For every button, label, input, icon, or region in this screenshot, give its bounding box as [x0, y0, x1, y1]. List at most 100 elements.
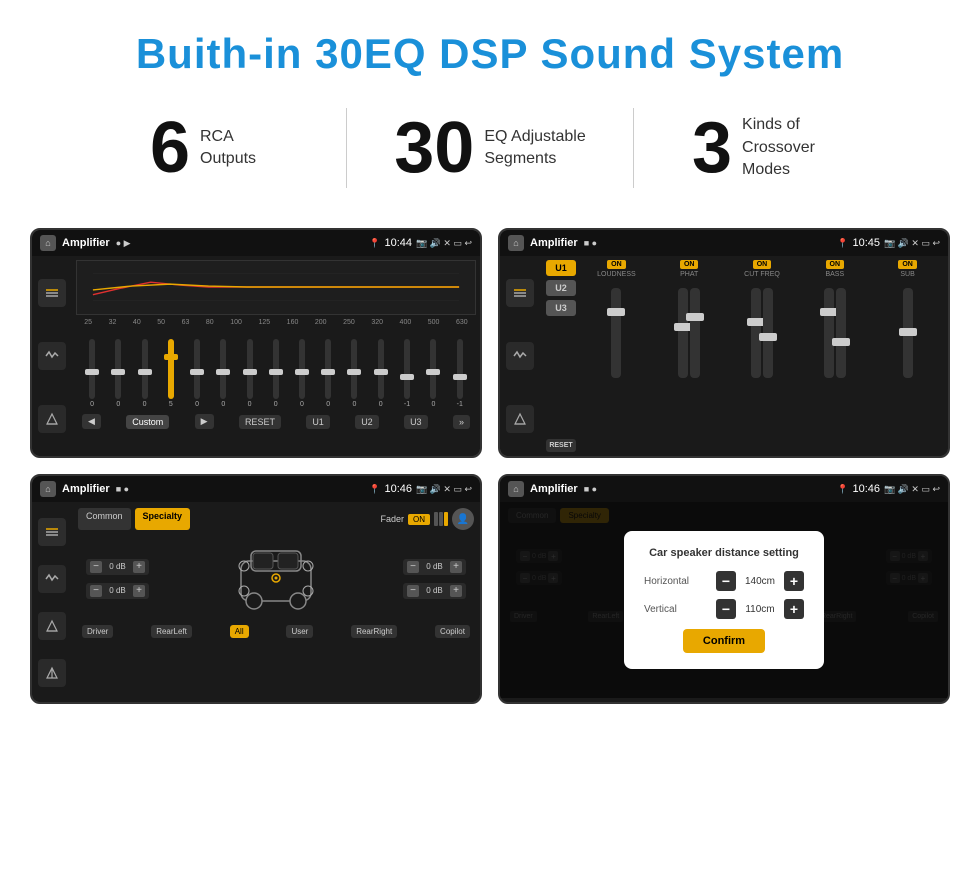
- eq-bottom-row: ◀ Custom ▶ RESET U1 U2 U3 »: [76, 412, 476, 431]
- cross-reset-btn[interactable]: RESET: [546, 439, 576, 452]
- eq-sidebar-btn-2[interactable]: [38, 342, 66, 370]
- eq-slider-6[interactable]: 0: [247, 339, 253, 408]
- loudness-on-btn[interactable]: ON: [607, 260, 626, 269]
- db-plus-rr[interactable]: +: [450, 585, 462, 597]
- btn-rearright[interactable]: RearRight: [351, 625, 397, 638]
- phat-on-btn[interactable]: ON: [680, 260, 699, 269]
- home-icon-fader[interactable]: ⌂: [40, 481, 56, 497]
- fader-on-btn[interactable]: ON: [408, 514, 430, 525]
- eq-slider-9[interactable]: 0: [325, 339, 331, 408]
- fader-person-btn[interactable]: 👤: [452, 508, 474, 530]
- home-icon-distance[interactable]: ⌂: [508, 481, 524, 497]
- home-icon-crossover[interactable]: ⌂: [508, 235, 524, 251]
- eq-sidebar-btn-1[interactable]: [38, 279, 66, 307]
- tab-specialty[interactable]: Specialty: [135, 508, 191, 530]
- car-diagram: [226, 536, 326, 621]
- fader-sidebar-btn-4[interactable]: [38, 659, 66, 687]
- eq-slider-3[interactable]: 5: [168, 339, 174, 408]
- status-bar-fader: ⌂ Amplifier ■ ● 📍 10:46 📷 🔊 ✕ ▭ ↩: [32, 476, 480, 502]
- stat-text-rca: RCA Outputs: [200, 126, 256, 171]
- status-title-distance: Amplifier: [530, 483, 578, 495]
- home-icon-eq[interactable]: ⌂: [40, 235, 56, 251]
- stat-rca: 6 RCA Outputs: [60, 112, 346, 184]
- bass-on-btn[interactable]: ON: [826, 260, 845, 269]
- speaker-left-col: − 0 dB + − 0 dB +: [86, 559, 149, 599]
- fader-sidebar-btn-1[interactable]: [38, 518, 66, 546]
- db-control-rl: − 0 dB +: [86, 583, 149, 599]
- db-minus-rl[interactable]: −: [90, 585, 102, 597]
- fader-sidebar-btn-3[interactable]: [38, 612, 66, 640]
- fader-main-area: Common Specialty Fader ON 👤: [72, 502, 480, 702]
- eq-play-btn[interactable]: ▶: [195, 414, 214, 429]
- confirm-button[interactable]: Confirm: [683, 629, 765, 653]
- cross-sidebar-btn-2[interactable]: [506, 342, 534, 370]
- stat-number-rca: 6: [150, 112, 190, 184]
- distance-dialog: Car speaker distance setting Horizontal …: [624, 531, 824, 669]
- eq-slider-0[interactable]: 0: [89, 339, 95, 408]
- cross-preset-u3[interactable]: U3: [546, 300, 576, 316]
- stat-text-crossover: Kinds of Crossover Modes: [742, 114, 862, 181]
- eq-slider-7[interactable]: 0: [273, 339, 279, 408]
- dialog-vertical-minus[interactable]: −: [716, 599, 736, 619]
- eq-u3-btn[interactable]: U3: [404, 415, 428, 429]
- eq-slider-2[interactable]: 0: [142, 339, 148, 408]
- sub-on-btn[interactable]: ON: [898, 260, 917, 269]
- dialog-horizontal-control: − 140cm +: [716, 571, 804, 591]
- cross-preset-u2[interactable]: U2: [546, 280, 576, 296]
- fader-sidebar-btn-2[interactable]: [38, 565, 66, 593]
- dialog-horizontal-plus[interactable]: +: [784, 571, 804, 591]
- db-value-fl: 0 dB: [105, 562, 130, 571]
- eq-sidebar: [32, 256, 72, 456]
- eq-slider-14[interactable]: -1: [457, 339, 463, 408]
- cutfreq-on-btn[interactable]: ON: [753, 260, 772, 269]
- db-minus-rr[interactable]: −: [407, 585, 419, 597]
- eq-slider-4[interactable]: 0: [194, 339, 200, 408]
- dialog-vertical-label: Vertical: [644, 604, 704, 615]
- db-plus-fr[interactable]: +: [450, 561, 462, 573]
- eq-reset-btn[interactable]: RESET: [239, 415, 281, 429]
- dialog-vertical-plus[interactable]: +: [784, 599, 804, 619]
- btn-rearleft[interactable]: RearLeft: [151, 625, 192, 638]
- db-value-fr: 0 dB: [422, 562, 447, 571]
- tab-common[interactable]: Common: [78, 508, 131, 530]
- eq-graph-svg: [77, 261, 475, 314]
- eq-graph: [76, 260, 476, 315]
- eq-slider-13[interactable]: 0: [430, 339, 436, 408]
- distance-dialog-overlay: Car speaker distance setting Horizontal …: [500, 502, 948, 698]
- status-bar-right-eq: 📍 10:44 📷 🔊 ✕ ▭ ↩: [369, 237, 472, 249]
- camera-icon-eq: 📷 🔊 ✕ ▭ ↩: [416, 238, 472, 249]
- btn-all[interactable]: All: [230, 625, 249, 638]
- db-plus-fl[interactable]: +: [133, 561, 145, 573]
- fader-sidebar: [32, 502, 72, 702]
- eq-slider-12[interactable]: -1: [404, 339, 410, 408]
- eq-forward-btn[interactable]: »: [453, 415, 470, 429]
- db-minus-fl[interactable]: −: [90, 561, 102, 573]
- cross-sidebar-btn-1[interactable]: [506, 279, 534, 307]
- eq-slider-8[interactable]: 0: [299, 339, 305, 408]
- eq-sidebar-btn-3[interactable]: [38, 405, 66, 433]
- btn-user[interactable]: User: [286, 625, 313, 638]
- android-screen-crossover: ⌂ Amplifier ■ ● 📍 10:45 📷 🔊 ✕ ▭ ↩: [500, 230, 948, 456]
- btn-driver[interactable]: Driver: [82, 625, 113, 638]
- dialog-title: Car speaker distance setting: [644, 547, 804, 559]
- db-minus-fr[interactable]: −: [407, 561, 419, 573]
- cross-preset-u1[interactable]: U1: [546, 260, 576, 276]
- eq-slider-5[interactable]: 0: [220, 339, 226, 408]
- status-time-eq: 10:44: [384, 237, 412, 249]
- dialog-horizontal-minus[interactable]: −: [716, 571, 736, 591]
- db-control-fr: − 0 dB +: [403, 559, 466, 575]
- eq-u2-btn[interactable]: U2: [355, 415, 379, 429]
- stat-eq: 30 EQ Adjustable Segments: [347, 112, 633, 184]
- crossover-main: U1 U2 U3 RESET ON LOUDNESS: [540, 256, 948, 456]
- bass-label: BASS: [825, 271, 844, 278]
- cross-sidebar-btn-3[interactable]: [506, 405, 534, 433]
- channel-sub: ON SUB: [873, 260, 942, 452]
- eq-slider-1[interactable]: 0: [115, 339, 121, 408]
- db-plus-rl[interactable]: +: [133, 585, 145, 597]
- btn-copilot[interactable]: Copilot: [435, 625, 470, 638]
- eq-slider-11[interactable]: 0: [378, 339, 384, 408]
- status-bar-left-eq: ⌂ Amplifier ● ▶: [40, 235, 131, 251]
- eq-slider-10[interactable]: 0: [351, 339, 357, 408]
- eq-u1-btn[interactable]: U1: [306, 415, 330, 429]
- eq-prev-btn[interactable]: ◀: [82, 414, 101, 429]
